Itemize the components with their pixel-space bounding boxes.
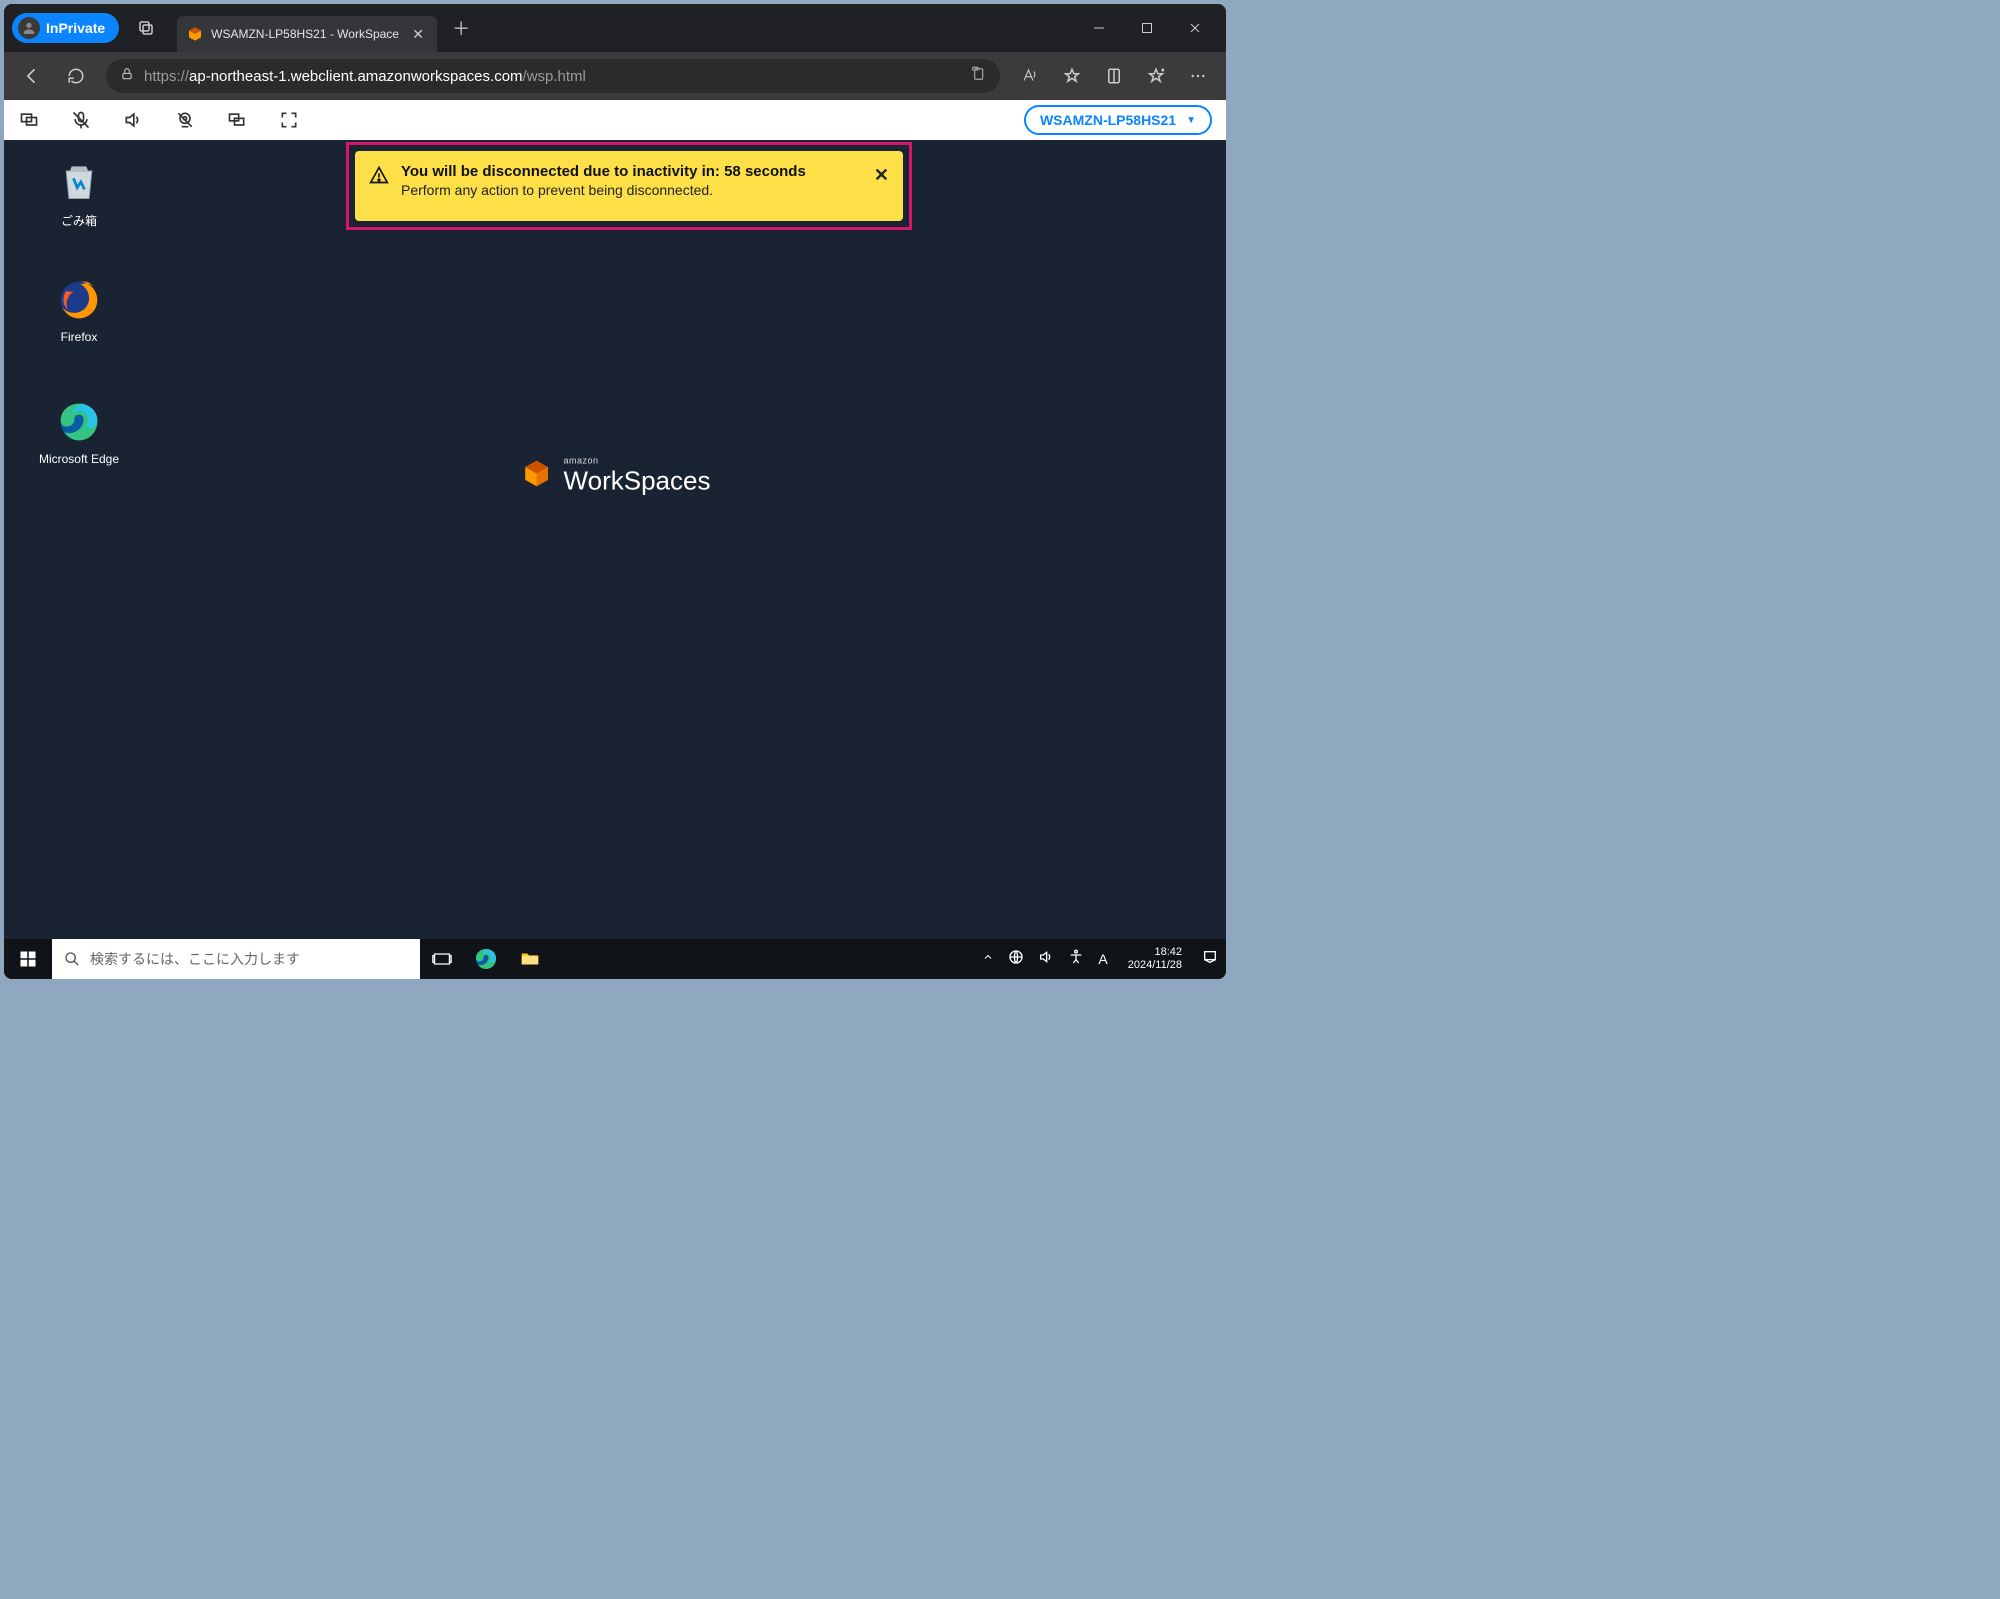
search-icon (64, 951, 80, 967)
desktop-icon-label: ごみ箱 (34, 212, 124, 229)
firefox-icon (55, 276, 103, 324)
workspaces-cube-icon (520, 456, 554, 495)
clock-time: 18:42 (1128, 946, 1182, 959)
clipboard-icon[interactable] (970, 66, 986, 86)
favorites-bar-button[interactable] (1136, 56, 1176, 96)
favorite-button[interactable] (1052, 56, 1092, 96)
microphone-mute-icon[interactable] (70, 109, 92, 131)
tray-ime-indicator[interactable]: A (1098, 951, 1107, 967)
collections-button[interactable] (1094, 56, 1134, 96)
tray-overflow-icon[interactable] (982, 950, 994, 968)
wallpaper-big-text: WorkSpaces (564, 465, 711, 496)
desktop-icon-edge[interactable]: Microsoft Edge (34, 398, 124, 466)
windows-icon[interactable] (226, 109, 248, 131)
tab-actions-button[interactable] (129, 11, 163, 45)
webcam-icon[interactable] (174, 109, 196, 131)
multi-monitor-icon[interactable] (18, 109, 40, 131)
url-input[interactable]: https://ap-northeast-1.webclient.amazonw… (106, 59, 1000, 93)
recycle-bin-icon (55, 158, 103, 206)
more-button[interactable] (1178, 56, 1218, 96)
workspace-machine-dropdown[interactable]: WSAMZN-LP58HS21 ▼ (1024, 105, 1212, 135)
taskbar-clock[interactable]: 18:42 2024/11/28 (1122, 946, 1188, 972)
speaker-icon[interactable] (122, 109, 144, 131)
read-aloud-button[interactable] (1010, 56, 1050, 96)
desktop-icon-recycle-bin[interactable]: ごみ箱 (34, 158, 124, 229)
windows-taskbar: 検索するには、ここに入力します A 18:42 2024/11/28 (4, 939, 1226, 979)
tray-notifications-icon[interactable] (1202, 949, 1218, 970)
tray-accessibility-icon[interactable] (1068, 949, 1084, 970)
url-text: https://ap-northeast-1.webclient.amazonw… (144, 68, 586, 85)
window-maximize-button[interactable] (1124, 12, 1170, 44)
taskbar-file-explorer-icon[interactable] (508, 939, 552, 979)
desktop-icon-label: Microsoft Edge (34, 452, 124, 466)
warning-icon (369, 165, 389, 190)
edge-icon (55, 398, 103, 446)
workspaces-favicon-icon (187, 26, 203, 42)
fullscreen-icon[interactable] (278, 109, 300, 131)
task-view-button[interactable] (420, 939, 464, 979)
browser-addressbar: https://ap-northeast-1.webclient.amazonw… (4, 52, 1226, 100)
tray-network-icon[interactable] (1008, 949, 1024, 970)
wallpaper-logo: amazon WorkSpaces (520, 455, 711, 496)
refresh-button[interactable] (56, 56, 96, 96)
remote-desktop-area[interactable]: ごみ箱 Firefox Microsoft Edge amazon WorkSp… (4, 140, 1226, 939)
inactivity-warning-banner: You will be disconnected due to inactivi… (355, 151, 903, 221)
workspaces-toolbar: WSAMZN-LP58HS21 ▼ (4, 100, 1226, 140)
workspace-machine-label: WSAMZN-LP58HS21 (1040, 112, 1176, 128)
wallpaper-small-text: amazon (564, 455, 711, 465)
clock-date: 2024/11/28 (1128, 959, 1182, 972)
inprivate-badge[interactable]: InPrivate (12, 13, 119, 43)
window-minimize-button[interactable] (1076, 12, 1122, 44)
banner-title: You will be disconnected due to inactivi… (401, 163, 806, 180)
desktop-icon-label: Firefox (34, 330, 124, 344)
banner-highlight-box: You will be disconnected due to inactivi… (346, 142, 912, 230)
tab-title: WSAMZN-LP58HS21 - WorkSpace (211, 27, 401, 41)
taskbar-edge-icon[interactable] (464, 939, 508, 979)
tray-volume-icon[interactable] (1038, 949, 1054, 970)
browser-tab[interactable]: WSAMZN-LP58HS21 - WorkSpace ✕ (177, 16, 437, 52)
taskbar-search-input[interactable]: 検索するには、ここに入力します (52, 939, 420, 979)
search-placeholder: 検索するには、ここに入力します (90, 949, 300, 969)
tab-close-icon[interactable]: ✕ (409, 25, 427, 43)
back-button[interactable] (12, 56, 52, 96)
inprivate-label: InPrivate (46, 20, 105, 36)
avatar-icon (18, 17, 40, 39)
chevron-down-icon: ▼ (1186, 115, 1196, 126)
browser-titlebar: InPrivate WSAMZN-LP58HS21 - WorkSpace ✕ … (4, 4, 1226, 52)
new-tab-button[interactable]: ＋ (445, 12, 477, 44)
banner-subtitle: Perform any action to prevent being disc… (401, 182, 806, 198)
start-button[interactable] (4, 939, 52, 979)
window-close-button[interactable] (1172, 12, 1218, 44)
banner-close-button[interactable]: ✕ (874, 165, 889, 186)
lock-icon (120, 67, 134, 85)
desktop-icon-firefox[interactable]: Firefox (34, 276, 124, 344)
